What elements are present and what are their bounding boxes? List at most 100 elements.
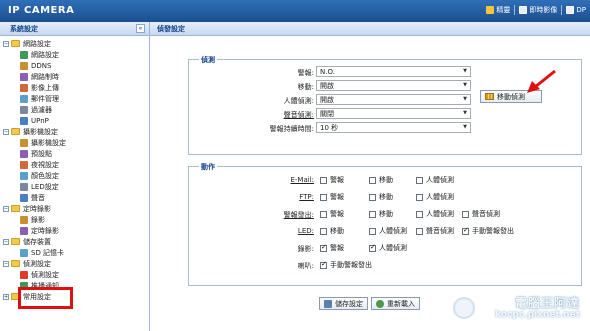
unchecked-box-icon[interactable] bbox=[369, 227, 376, 235]
sidebar-item[interactable]: 網路設定 bbox=[0, 49, 149, 60]
action-checkbox[interactable]: 移動 bbox=[369, 209, 393, 219]
sidebar-group[interactable]: − 攝影機設定 bbox=[0, 126, 149, 137]
main-header: 偵發設定 bbox=[150, 22, 590, 36]
sidebar-item[interactable]: UPnP bbox=[0, 115, 149, 126]
select-value: 開啟 bbox=[320, 95, 334, 104]
sidebar-item[interactable]: 定時錄影 bbox=[0, 225, 149, 236]
action-row-label: FTP: bbox=[299, 193, 314, 201]
sidebar-item[interactable]: 郵件管理 bbox=[0, 93, 149, 104]
chevron-down-icon: ▼ bbox=[463, 124, 467, 130]
sidebar-item[interactable]: 網路制時 bbox=[0, 71, 149, 82]
checked-box-icon[interactable] bbox=[462, 226, 469, 235]
unchecked-box-icon[interactable] bbox=[416, 193, 423, 201]
action-checkbox[interactable]: 人體偵測 bbox=[369, 226, 407, 236]
sidebar-item[interactable]: 聲音 bbox=[0, 192, 149, 203]
detection-select[interactable]: 開啟 ▼ bbox=[316, 80, 471, 91]
checkbox-label: 移動 bbox=[379, 176, 393, 184]
sidebar-item-label: 網路制時 bbox=[31, 72, 59, 81]
action-row-label: 警報發出: bbox=[283, 211, 314, 219]
checkbox-label: 聲音偵測 bbox=[472, 210, 500, 218]
action-checkbox[interactable]: 聲音偵測 bbox=[462, 209, 500, 219]
sidebar-item-label: 聲音 bbox=[31, 193, 45, 202]
action-row-label: E-Mail: bbox=[290, 176, 314, 184]
sidebar-item[interactable]: DDNS bbox=[0, 60, 149, 71]
collapse-toggle-icon[interactable]: − bbox=[3, 40, 9, 47]
action-checkbox[interactable]: 警報 bbox=[320, 209, 344, 219]
action-checkbox[interactable]: 移動 bbox=[369, 175, 393, 185]
unchecked-box-icon[interactable] bbox=[416, 227, 423, 235]
unchecked-box-icon[interactable] bbox=[416, 210, 423, 218]
action-checkbox[interactable]: 聲音偵測 bbox=[416, 226, 454, 236]
sidebar-item[interactable]: SD 記憶卡 bbox=[0, 247, 149, 258]
action-checkbox[interactable]: 手動警報發出 bbox=[462, 226, 514, 236]
unchecked-box-icon[interactable] bbox=[320, 176, 327, 184]
unchecked-box-icon[interactable] bbox=[369, 193, 376, 201]
live-view-link[interactable]: 即時影像 bbox=[514, 5, 561, 15]
action-checkbox[interactable]: 警報 bbox=[320, 192, 344, 202]
action-checkbox[interactable]: 人體偵測 bbox=[369, 243, 407, 253]
action-checkbox[interactable]: 警報 bbox=[320, 175, 344, 185]
checked-box-icon[interactable] bbox=[369, 243, 376, 252]
detection-select[interactable]: N.O. ▼ bbox=[316, 66, 471, 77]
image-upload-icon bbox=[20, 83, 28, 92]
detection-section-title: 偵測 bbox=[199, 55, 217, 65]
grid-icon bbox=[485, 93, 494, 100]
sd-card-icon bbox=[20, 248, 28, 257]
collapse-toggle-icon[interactable]: − bbox=[3, 260, 9, 267]
unchecked-box-icon[interactable] bbox=[416, 176, 423, 184]
save-settings-button[interactable]: 儲存設定 bbox=[319, 297, 368, 310]
sidebar-group[interactable]: − 偵測設定 bbox=[0, 258, 149, 269]
detection-section: 偵測 警報: N.O. ▼ 移動: 開啟 ▼ 人體偵測: 開啟 ▼ 聲音偵測: 關閉 ▼ 警報持續時間:… bbox=[188, 55, 582, 155]
sidebar-item[interactable]: 錄影 bbox=[0, 214, 149, 225]
action-checkbox[interactable]: 移動 bbox=[369, 192, 393, 202]
sidebar-item[interactable]: 偵測設定 bbox=[0, 269, 149, 280]
select-value: 開啟 bbox=[320, 81, 334, 90]
sidebar-item[interactable]: 顏色設定 bbox=[0, 170, 149, 181]
detection-select[interactable]: 開啟 ▼ bbox=[316, 94, 471, 105]
unchecked-box-icon[interactable] bbox=[320, 193, 327, 201]
action-checkbox[interactable]: 人體偵測 bbox=[416, 209, 454, 219]
sidebar-item-label: 偵測設定 bbox=[31, 269, 59, 280]
sidebar-item[interactable]: 過濾器 bbox=[0, 104, 149, 115]
checked-box-icon[interactable] bbox=[320, 260, 327, 269]
sidebar-item-label: 定時錄影 bbox=[31, 226, 59, 235]
wizard-link[interactable]: 精靈 bbox=[482, 5, 514, 15]
sidebar-group[interactable]: − 網路設定 bbox=[0, 38, 149, 49]
detection-select[interactable]: 10 秒 ▼ bbox=[316, 122, 471, 133]
checkbox-label: 手動警報發出 bbox=[330, 261, 372, 269]
detection-select[interactable]: 關閉 ▼ bbox=[316, 108, 471, 119]
folder-icon bbox=[11, 40, 20, 47]
chevron-down-icon: ▼ bbox=[463, 82, 467, 88]
unchecked-box-icon[interactable] bbox=[369, 210, 376, 218]
main-panel: 偵發設定 偵測 警報: N.O. ▼ 移動: 開啟 ▼ 人體偵測: 開啟 ▼ 聲音偵測: 關閉 ▼ 警報… bbox=[150, 22, 590, 331]
unchecked-box-icon[interactable] bbox=[320, 210, 327, 218]
expand-toggle-icon[interactable]: + bbox=[3, 293, 9, 300]
collapse-toggle-icon[interactable]: − bbox=[3, 205, 9, 212]
document-link[interactable]: DP bbox=[561, 5, 590, 15]
sidebar-group[interactable]: − 定時錄影 bbox=[0, 203, 149, 214]
collapse-sidebar-button[interactable]: « bbox=[136, 24, 145, 33]
action-checkbox[interactable]: 人體偵測 bbox=[416, 175, 454, 185]
sidebar-item[interactable]: 夜視設定 bbox=[0, 159, 149, 170]
sidebar-item-label: 儲存裝置 bbox=[23, 237, 51, 246]
watermark-url: kocpc.pixnet.net bbox=[495, 310, 580, 320]
unchecked-box-icon[interactable] bbox=[320, 227, 327, 235]
sidebar-item[interactable]: LED設定 bbox=[0, 181, 149, 192]
red-arrow-icon bbox=[527, 69, 556, 93]
detection-field-label: 警報: bbox=[297, 69, 314, 77]
checked-box-icon[interactable] bbox=[320, 243, 327, 252]
action-checkbox[interactable]: 人體偵測 bbox=[416, 192, 454, 202]
sidebar-item[interactable]: 影像上傳 bbox=[0, 82, 149, 93]
unchecked-box-icon[interactable] bbox=[369, 176, 376, 184]
collapse-toggle-icon[interactable]: − bbox=[3, 238, 9, 245]
select-value: 10 秒 bbox=[320, 123, 339, 132]
sidebar-item[interactable]: 預設點 bbox=[0, 148, 149, 159]
collapse-toggle-icon[interactable]: − bbox=[3, 128, 9, 135]
action-checkbox[interactable]: 移動 bbox=[320, 226, 344, 236]
action-checkbox[interactable]: 警報 bbox=[320, 243, 344, 253]
sidebar-group[interactable]: − 儲存裝置 bbox=[0, 236, 149, 247]
action-checkbox[interactable]: 手動警報發出 bbox=[320, 260, 372, 270]
reload-button[interactable]: 重新載入 bbox=[371, 297, 420, 310]
unchecked-box-icon[interactable] bbox=[462, 210, 469, 218]
sidebar-item[interactable]: 攝影機設定 bbox=[0, 137, 149, 148]
